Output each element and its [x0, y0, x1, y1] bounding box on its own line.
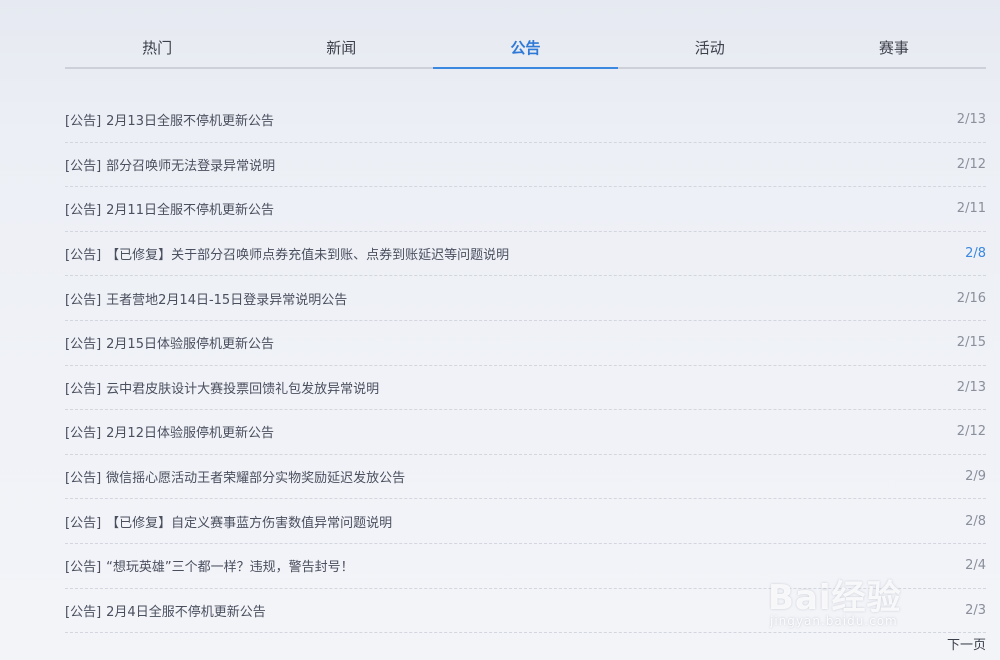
- item-tag: [公告]: [65, 114, 102, 130]
- item-date: 2/9: [965, 469, 986, 485]
- item-tag: [公告]: [65, 381, 102, 397]
- item-date: 2/8: [965, 246, 986, 262]
- item-date: 2/3: [965, 602, 986, 618]
- item-date: 2/13: [956, 112, 986, 128]
- list-item[interactable]: [公告] 部分召唤师无法登录异常说明 2/12: [65, 143, 986, 188]
- item-date: 2/16: [956, 290, 986, 306]
- item-title[interactable]: [公告] 部分召唤师无法登录异常说明: [65, 155, 275, 174]
- item-tag: [公告]: [65, 604, 102, 620]
- item-text: 2月12日体验服停机更新公告: [106, 426, 274, 442]
- list-item[interactable]: [公告] 2月12日体验服停机更新公告 2/12: [65, 410, 986, 455]
- announcement-list: [公告] 2月13日全服不停机更新公告 2/13 [公告] 部分召唤师无法登录异常说…: [65, 98, 986, 634]
- item-tag: [公告]: [65, 426, 102, 442]
- item-tag: [公告]: [65, 515, 102, 531]
- next-page-link[interactable]: 下一页: [947, 634, 986, 653]
- item-text: 2月11日全服不停机更新公告: [106, 203, 274, 219]
- item-title[interactable]: [公告] “想玩英雄”三个都一样？违规，警告封号！: [65, 556, 354, 575]
- item-title[interactable]: [公告] 【已修复】关于部分召唤师点券充值未到账、点券到账延迟等问题说明: [65, 244, 509, 263]
- item-title[interactable]: [公告] 2月15日体验服停机更新公告: [65, 333, 274, 352]
- item-date: 2/12: [956, 156, 986, 172]
- tab-events[interactable]: 活动: [618, 30, 802, 67]
- list-item[interactable]: [公告] 2月13日全服不停机更新公告 2/13: [65, 98, 986, 143]
- list-item[interactable]: [公告] “想玩英雄”三个都一样？违规，警告封号！ 2/4: [65, 544, 986, 589]
- list-item[interactable]: [公告] 微信摇心愿活动王者荣耀部分实物奖励延迟发放公告 2/9: [65, 455, 986, 500]
- item-date: 2/15: [956, 335, 986, 351]
- item-date: 2/12: [956, 424, 986, 440]
- item-text: 2月15日体验服停机更新公告: [106, 337, 274, 353]
- item-date: 2/11: [956, 201, 986, 217]
- item-text: “想玩英雄”三个都一样？违规，警告封号！: [106, 560, 354, 576]
- item-title[interactable]: [公告] 2月12日体验服停机更新公告: [65, 422, 274, 441]
- item-date: 2/4: [965, 558, 986, 574]
- item-text: 微信摇心愿活动王者荣耀部分实物奖励延迟发放公告: [106, 471, 406, 487]
- list-item[interactable]: [公告] 王者营地2月14日-15日登录异常说明公告 2/16: [65, 276, 986, 321]
- item-title[interactable]: [公告] 2月11日全服不停机更新公告: [65, 199, 274, 218]
- tab-news[interactable]: 新闻: [249, 30, 433, 67]
- item-tag: [公告]: [65, 203, 102, 219]
- tab-hot[interactable]: 热门: [65, 30, 249, 67]
- item-text: 2月4日全服不停机更新公告: [106, 604, 266, 620]
- item-text: 云中君皮肤设计大赛投票回馈礼包发放异常说明: [106, 381, 380, 397]
- item-text: 王者营地2月14日-15日登录异常说明公告: [106, 292, 348, 308]
- category-tabs: 热门 新闻 公告 活动 赛事: [65, 30, 986, 69]
- item-tag: [公告]: [65, 248, 102, 264]
- item-date: 2/8: [965, 513, 986, 529]
- item-text: 【已修复】关于部分召唤师点券充值未到账、点券到账延迟等问题说明: [106, 248, 510, 264]
- item-text: 部分召唤师无法登录异常说明: [106, 158, 276, 174]
- list-item[interactable]: [公告] 2月4日全服不停机更新公告 2/3: [65, 589, 986, 634]
- list-item[interactable]: [公告] 【已修复】自定义赛事蓝方伤害数值异常问题说明 2/8: [65, 499, 986, 544]
- item-tag: [公告]: [65, 158, 102, 174]
- item-tag: [公告]: [65, 471, 102, 487]
- item-text: 【已修复】自定义赛事蓝方伤害数值异常问题说明: [106, 515, 393, 531]
- item-title[interactable]: [公告] 微信摇心愿活动王者荣耀部分实物奖励延迟发放公告: [65, 467, 405, 486]
- item-title[interactable]: [公告] 2月4日全服不停机更新公告: [65, 601, 266, 620]
- item-title[interactable]: [公告] 2月13日全服不停机更新公告: [65, 110, 274, 129]
- list-item[interactable]: [公告] 2月11日全服不停机更新公告 2/11: [65, 187, 986, 232]
- item-tag: [公告]: [65, 560, 102, 576]
- item-title[interactable]: [公告] 云中君皮肤设计大赛投票回馈礼包发放异常说明: [65, 378, 379, 397]
- list-item[interactable]: [公告] 【已修复】关于部分召唤师点券充值未到账、点券到账延迟等问题说明 2/8: [65, 232, 986, 277]
- list-item[interactable]: [公告] 2月15日体验服停机更新公告 2/15: [65, 321, 986, 366]
- item-title[interactable]: [公告] 【已修复】自定义赛事蓝方伤害数值异常问题说明: [65, 512, 392, 531]
- tab-tournament[interactable]: 赛事: [802, 30, 986, 67]
- item-title[interactable]: [公告] 王者营地2月14日-15日登录异常说明公告: [65, 289, 347, 308]
- item-tag: [公告]: [65, 337, 102, 353]
- item-text: 2月13日全服不停机更新公告: [106, 114, 274, 130]
- list-item[interactable]: [公告] 云中君皮肤设计大赛投票回馈礼包发放异常说明 2/13: [65, 366, 986, 411]
- item-date: 2/13: [956, 379, 986, 395]
- tab-announcement[interactable]: 公告: [433, 30, 618, 69]
- item-tag: [公告]: [65, 292, 102, 308]
